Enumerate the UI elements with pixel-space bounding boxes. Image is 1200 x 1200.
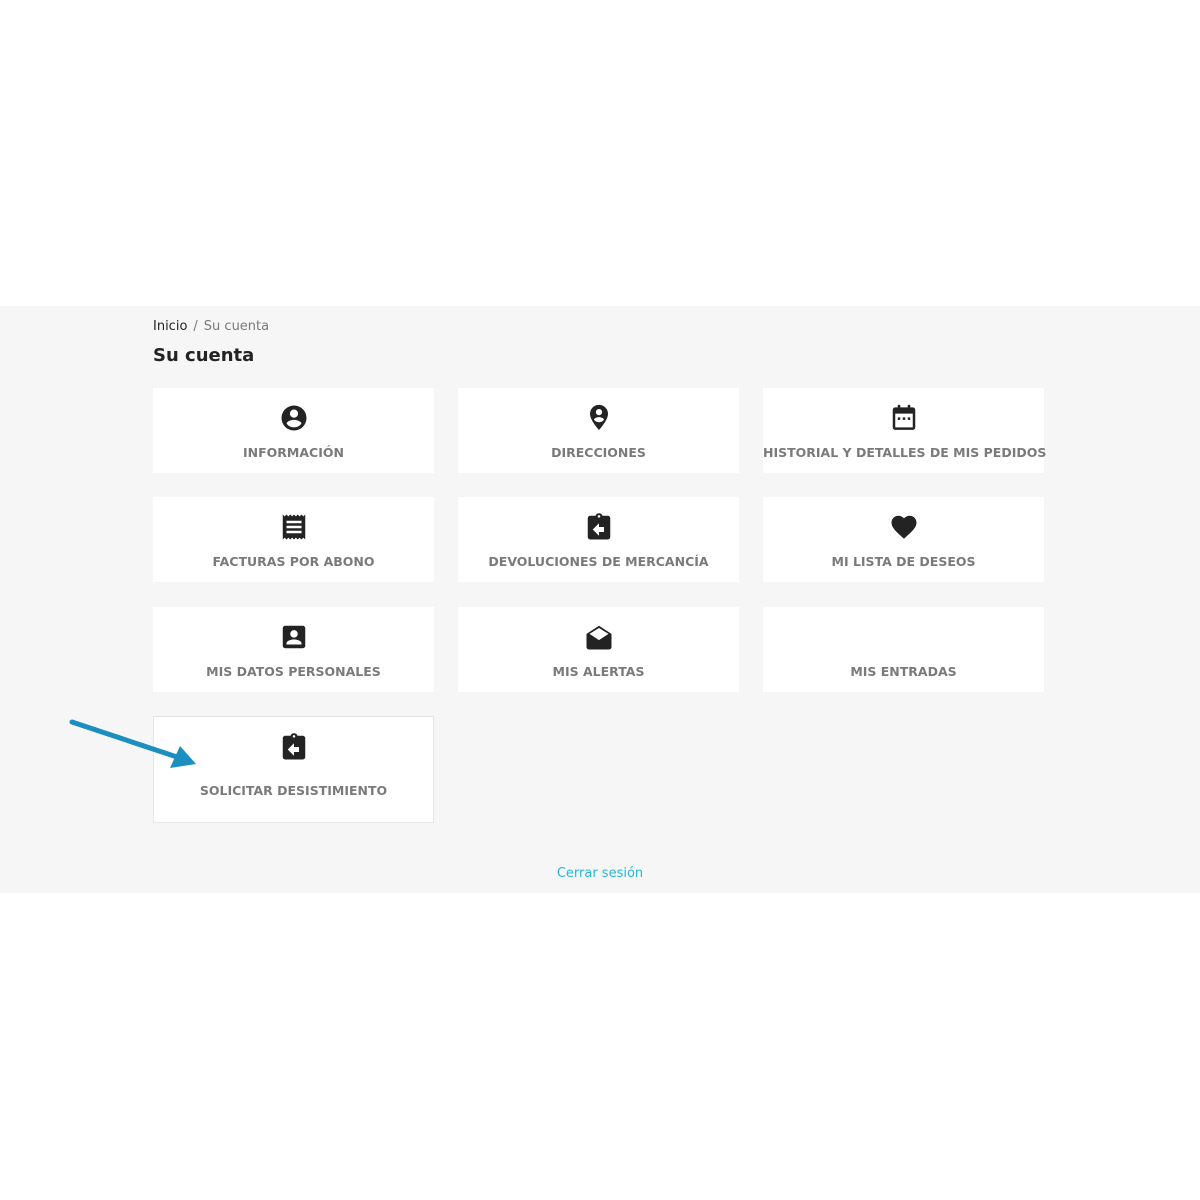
tile-mis-entradas[interactable]: MIS ENTRADAS [763,607,1044,692]
tile-label: MIS ENTRADAS [850,664,957,679]
tile-lista-deseos[interactable]: MI LISTA DE DESEOS [763,497,1044,582]
tile-label: DIRECCIONES [551,445,646,460]
tile-facturas-abono[interactable]: FACTURAS POR ABONO [153,497,434,582]
tile-label: SOLICITAR DESISTIMIENTO [199,783,388,798]
calendar-icon [889,403,919,433]
annotation-arrow-icon [69,719,196,768]
contact-card-icon [279,622,309,652]
tile-label: MIS ALERTAS [552,664,645,679]
tile-label: INFORMACIÓN [243,445,344,460]
tile-label: HISTORIAL Y DETALLES DE MIS PEDIDOS [763,445,1047,460]
tile-informacion[interactable]: INFORMACIÓN [153,388,434,473]
breadcrumb-current: Su cuenta [203,319,270,334]
clipboard-return-icon [584,512,614,542]
tile-datos-personales[interactable]: MIS DATOS PERSONALES [153,607,434,692]
clipboard-return-icon [279,732,309,762]
tile-devoluciones-mercancia[interactable]: DEVOLUCIONES DE MERCANCÍA [458,497,739,582]
envelope-open-icon [584,622,614,652]
heart-icon [889,512,919,542]
page-title: Su cuenta [153,345,255,366]
breadcrumb-home-link[interactable]: Inicio [153,319,187,334]
receipt-icon [279,512,309,542]
location-pin-icon [584,403,614,433]
logout-link[interactable]: Cerrar sesión [557,866,643,881]
breadcrumb-separator: / [193,319,198,334]
tile-label: FACTURAS POR ABONO [212,554,375,569]
tile-direcciones[interactable]: DIRECCIONES [458,388,739,473]
tile-historial-pedidos[interactable]: HISTORIAL Y DETALLES DE MIS PEDIDOS [763,388,1047,473]
tile-label: MI LISTA DE DESEOS [831,554,976,569]
logout-section: Cerrar sesión [0,866,1200,881]
tile-mis-alertas[interactable]: MIS ALERTAS [458,607,739,692]
breadcrumb: Inicio / Su cuenta [153,319,269,334]
tile-label: MIS DATOS PERSONALES [206,664,381,679]
account-circle-icon [279,403,309,433]
tile-label: DEVOLUCIONES DE MERCANCÍA [488,554,709,569]
